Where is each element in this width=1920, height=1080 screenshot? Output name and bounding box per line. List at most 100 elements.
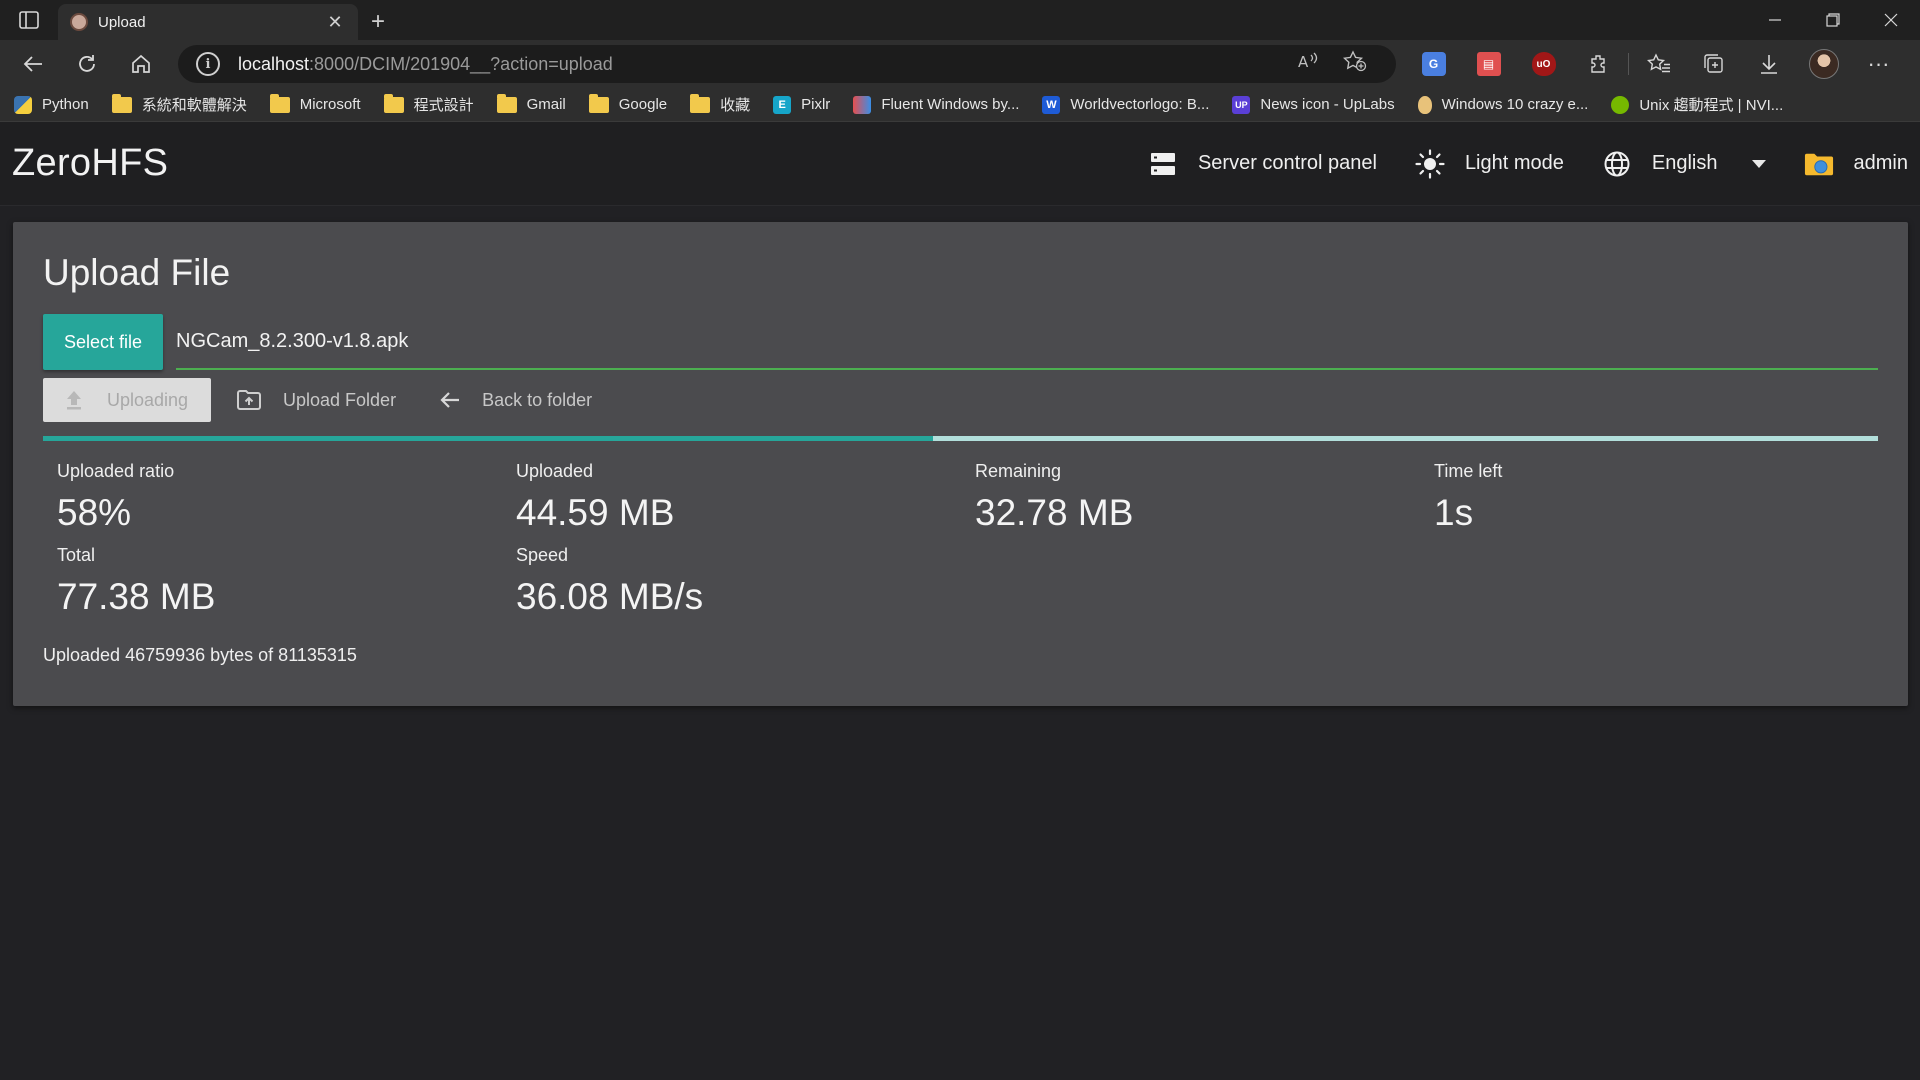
print-extension-icon[interactable]: ▤ — [1461, 44, 1516, 84]
tab-title: Upload — [98, 13, 146, 31]
bookmark-nvidia[interactable]: Unix 趨動程式 | NVI... — [1611, 94, 1783, 115]
folder-upload-icon — [237, 390, 261, 410]
stat-label: Remaining — [975, 461, 1062, 481]
upload-folder-button[interactable]: Upload Folder — [237, 390, 396, 411]
collections-icon[interactable] — [1686, 44, 1741, 84]
bookmark-label: Microsoft — [299, 96, 361, 113]
favorites-icon[interactable] — [1631, 44, 1686, 84]
stat-speed: Speed 36.08 MB/s — [516, 545, 975, 625]
user-label: admin — [1853, 152, 1908, 174]
browser-tab-upload[interactable]: Upload ✕ — [58, 4, 358, 40]
stat-label: Time left — [1434, 461, 1503, 481]
close-window-icon[interactable] — [1862, 0, 1920, 40]
tab-actions-icon — [19, 11, 39, 29]
ublock-origin-icon[interactable]: uO — [1516, 44, 1571, 84]
bookmark-folder-programming[interactable]: 程式設計 — [383, 93, 474, 115]
site-info-icon[interactable]: i — [196, 52, 220, 76]
back-to-folder-button[interactable]: Back to folder — [440, 390, 592, 411]
tab-favicon-icon — [70, 13, 88, 31]
home-icon[interactable] — [114, 44, 168, 84]
select-file-button[interactable]: Select file — [43, 314, 163, 370]
restore-icon[interactable] — [1804, 0, 1862, 40]
bookmark-folder-system[interactable]: 系統和軟體解決 — [111, 93, 247, 115]
server-control-panel-link[interactable]: Server control panel — [1148, 149, 1377, 179]
stat-label: Speed — [516, 545, 569, 565]
back-icon[interactable] — [6, 44, 60, 84]
stat-label: Uploaded — [516, 461, 594, 481]
language-selector[interactable]: English — [1602, 149, 1766, 179]
worldvectorlogo-icon: W — [1042, 95, 1061, 114]
folder-icon — [111, 93, 132, 113]
light-mode-toggle[interactable]: Light mode — [1415, 148, 1564, 179]
svg-text:A: A — [1298, 53, 1309, 71]
uploading-label: Uploading — [107, 389, 189, 410]
extensions-icon[interactable] — [1571, 44, 1626, 84]
bookmark-fluent[interactable]: Fluent Windows by... — [853, 95, 1020, 114]
bookmark-folder-collection[interactable]: 收藏 — [690, 93, 751, 115]
bookmark-pixlr[interactable]: E Pixlr — [773, 95, 830, 114]
bookmark-uplabs[interactable]: UP News icon - UpLabs — [1232, 95, 1395, 114]
folder-icon — [690, 93, 711, 113]
language-label: English — [1651, 152, 1718, 174]
refresh-icon[interactable] — [60, 44, 114, 84]
bookmark-label: Google — [618, 96, 668, 113]
bookmark-windows-egg[interactable]: Windows 10 crazy e... — [1417, 95, 1589, 114]
bookmark-label: 收藏 — [720, 97, 751, 114]
bookmark-folder-microsoft[interactable]: Microsoft — [269, 93, 361, 113]
window-controls — [1746, 0, 1920, 40]
folder-icon — [496, 93, 517, 113]
extensions-area: G ▤ uO ··· — [1406, 44, 1906, 84]
stat-value: 77.38 MB — [57, 576, 216, 617]
bookmark-label: 系統和軟體解決 — [141, 97, 247, 114]
toolbar-separator — [1628, 53, 1629, 75]
python-icon — [14, 95, 32, 114]
bookmark-python[interactable]: Python — [14, 95, 89, 114]
stat-uploaded-ratio: Uploaded ratio 58% — [57, 461, 516, 541]
app-brand[interactable]: ZeroHFS — [12, 142, 1110, 185]
tab-actions-button[interactable] — [0, 0, 58, 40]
url-text[interactable]: localhost:8000/DCIM/201904__?action=uplo… — [238, 54, 1286, 75]
upload-progress-bar — [43, 436, 1878, 441]
action-row: Uploading Upload Folder Back to folder — [43, 378, 1878, 422]
address-bar[interactable]: i localhost:8000/DCIM/201904__?action=up… — [178, 45, 1396, 83]
google-translate-icon[interactable]: G — [1406, 44, 1461, 84]
sun-icon — [1415, 148, 1445, 179]
bookmark-label: Windows 10 crazy e... — [1441, 96, 1589, 113]
egg-icon — [1417, 95, 1432, 114]
file-name-field[interactable]: NGCam_8.2.300-v1.8.apk — [176, 314, 1878, 370]
add-favorite-icon[interactable] — [1332, 50, 1378, 78]
file-row: Select file NGCam_8.2.300-v1.8.apk — [43, 312, 1878, 370]
browser-titlebar: Upload ✕ + — [0, 0, 1920, 40]
user-menu[interactable]: admin — [1804, 149, 1908, 179]
new-tab-button[interactable]: + — [358, 4, 398, 40]
stat-uploaded: Uploaded 44.59 MB — [516, 461, 975, 541]
page-title: Upload File — [43, 252, 231, 293]
upload-progress-fill — [43, 436, 933, 441]
uploading-button[interactable]: Uploading — [43, 378, 211, 422]
folder-icon — [269, 93, 290, 113]
bookmark-label: 程式設計 — [413, 97, 474, 114]
stat-value: 32.78 MB — [975, 492, 1134, 533]
bookmark-label: Python — [42, 96, 89, 113]
bookmark-folder-google[interactable]: Google — [588, 93, 668, 113]
more-menu-icon[interactable]: ··· — [1851, 44, 1906, 84]
bookmark-folder-gmail[interactable]: Gmail — [496, 93, 566, 113]
upload-summary: Uploaded 46759936 bytes of 81135315 — [43, 645, 357, 665]
read-aloud-icon[interactable]: A — [1286, 51, 1332, 77]
profile-button[interactable] — [1796, 44, 1851, 84]
light-mode-label: Light mode — [1464, 152, 1564, 174]
bookmarks-bar: Python 系統和軟體解決 Microsoft 程式設計 Gmail Goog… — [0, 88, 1920, 122]
upload-folder-label: Upload Folder — [283, 389, 397, 410]
stat-time-left: Time left 1s — [1434, 461, 1893, 541]
globe-icon — [1602, 149, 1632, 179]
bookmark-worldvectorlogo[interactable]: W Worldvectorlogo: B... — [1042, 95, 1210, 114]
bookmark-label: Unix 趨動程式 | NVI... — [1639, 97, 1784, 114]
stat-total: Total 77.38 MB — [57, 545, 516, 625]
downloads-icon[interactable] — [1741, 44, 1796, 84]
nvidia-icon — [1611, 95, 1630, 114]
bookmark-label: Fluent Windows by... — [881, 96, 1020, 113]
minimize-icon[interactable] — [1746, 0, 1804, 40]
bookmark-label: Worldvectorlogo: B... — [1070, 96, 1210, 113]
tab-close-icon[interactable]: ✕ — [324, 12, 346, 33]
user-folder-icon — [1804, 149, 1834, 179]
